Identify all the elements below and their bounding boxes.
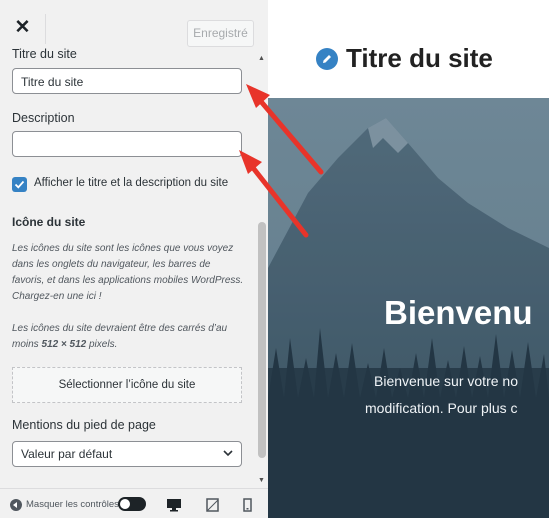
- annotation-arrows: [239, 84, 324, 238]
- arrow-to-title-input-icon: [246, 84, 324, 175]
- arrow-to-description-input-icon: [239, 150, 309, 238]
